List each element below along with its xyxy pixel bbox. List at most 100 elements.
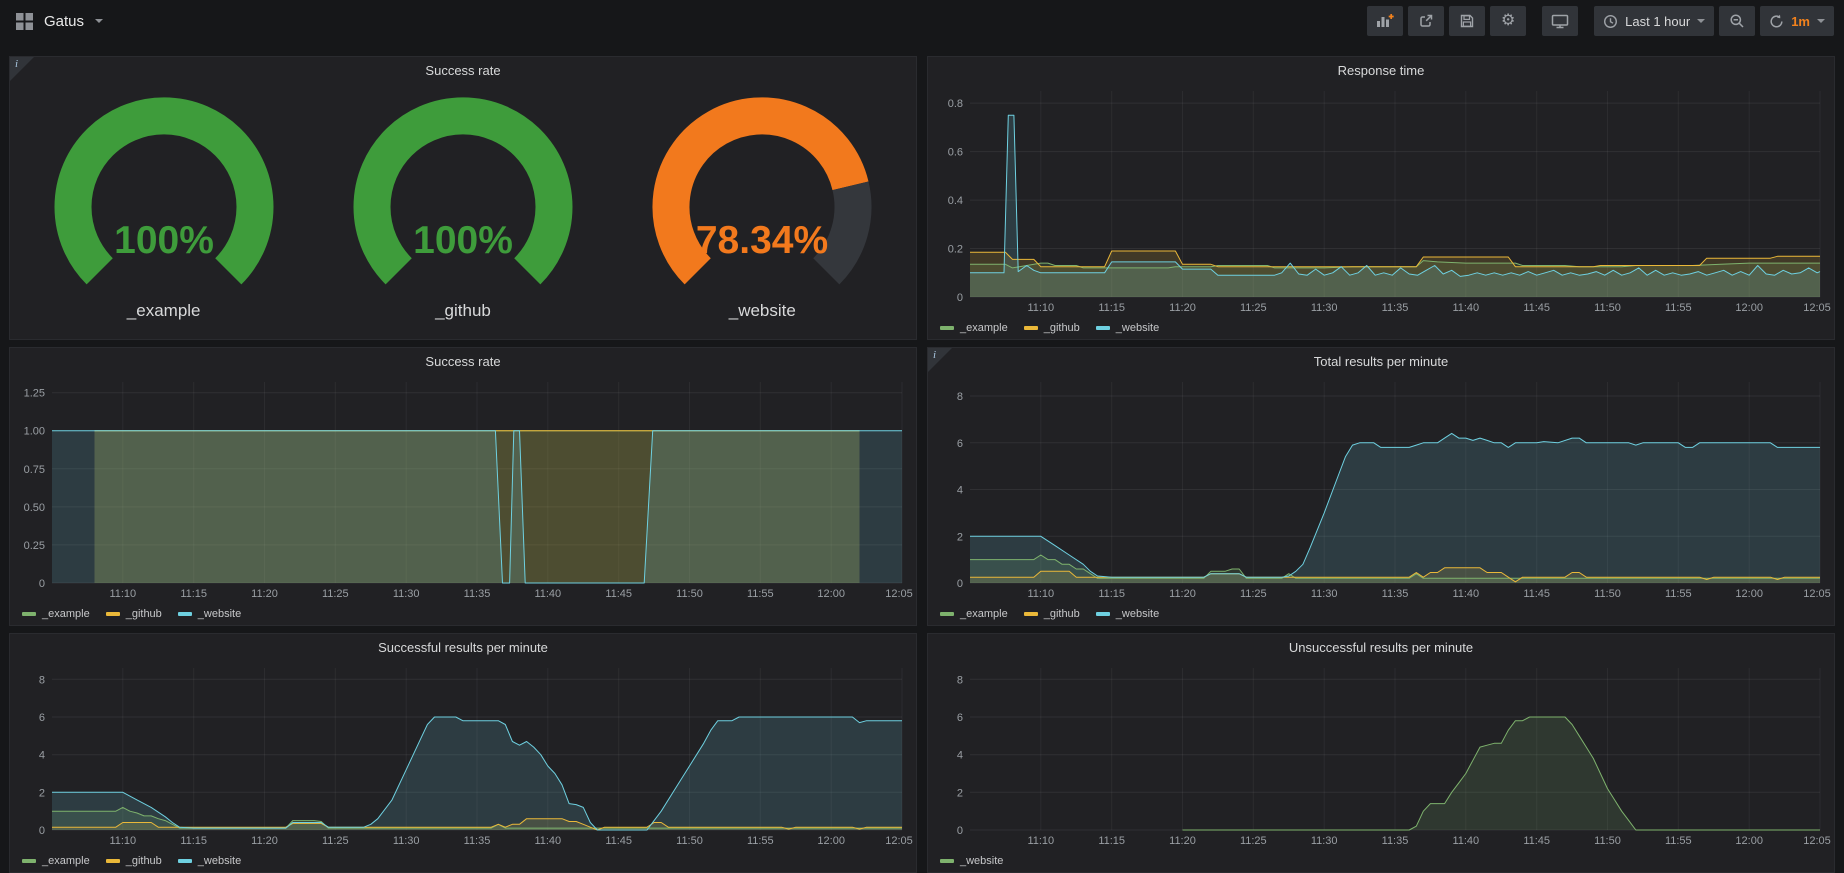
panel-title[interactable]: Success rate [425,63,500,78]
chart-area[interactable]: 00.250.500.751.001.2511:1011:1511:2011:2… [10,374,916,603]
chart-area[interactable]: 0246811:1011:1511:2011:2511:3011:3511:40… [928,374,1834,603]
legend-item-_github[interactable]: _github [1024,608,1080,620]
svg-text:0: 0 [39,825,45,837]
panel-title[interactable]: Unsuccessful results per minute [1289,640,1473,655]
panel-header: Total results per minute [928,348,1834,374]
svg-text:11:10: 11:10 [1027,302,1054,314]
svg-text:11:45: 11:45 [1523,588,1550,600]
svg-text:4: 4 [957,750,963,762]
svg-text:12:05: 12:05 [885,588,913,600]
panel-header: Unsuccessful results per minute [928,634,1834,660]
clock-icon [1603,14,1618,29]
svg-text:11:30: 11:30 [1311,588,1338,600]
legend-swatch [22,859,36,863]
legend-item-_website[interactable]: _website [940,855,1003,867]
svg-text:11:10: 11:10 [1027,588,1054,600]
svg-text:11:35: 11:35 [1382,588,1409,600]
dashboard-title[interactable]: Gatus [44,13,84,30]
panel-title[interactable]: Response time [1338,63,1425,78]
legend-item-_website[interactable]: _website [1096,608,1159,620]
save-button[interactable] [1449,6,1485,36]
legend-label: _example [960,322,1008,334]
legend-item-_example[interactable]: _example [22,855,90,867]
panel-title[interactable]: Success rate [425,354,500,369]
time-range-picker[interactable]: Last 1 hour [1594,6,1714,36]
dashboard-caret-icon[interactable] [95,19,103,23]
panel-success-rate-timeseries: Success rate 00.250.500.751.001.2511:101… [9,347,917,626]
settings-button[interactable]: ⚙ [1490,6,1526,36]
legend-label: _github [126,855,162,867]
svg-text:11:20: 11:20 [251,835,278,847]
successful-results-plot[interactable]: 0246811:1011:1511:2011:2511:3011:3511:40… [10,660,916,850]
svg-text:11:15: 11:15 [180,835,207,847]
gauge-group: 100%_example100%_github78.34%_website [10,83,916,339]
legend-item-_website[interactable]: _website [178,855,241,867]
panel-header: Success rate [10,348,916,374]
svg-text:11:10: 11:10 [109,588,136,600]
gauge-label: _website [729,301,796,321]
svg-text:11:45: 11:45 [605,835,632,847]
gauge-label: _github [435,301,491,321]
svg-text:0.75: 0.75 [24,464,45,476]
legend-item-_example[interactable]: _example [940,322,1008,334]
panel-response-time: Response time 00.20.40.60.811:1011:1511:… [927,56,1835,340]
panel-title[interactable]: Total results per minute [1314,354,1448,369]
chart-area[interactable]: 0246811:1011:1511:2011:2511:3011:3511:40… [928,660,1834,850]
svg-text:11:10: 11:10 [109,835,136,847]
panel-info-icon[interactable]: i [10,57,34,81]
svg-text:11:45: 11:45 [1523,302,1550,314]
svg-text:11:20: 11:20 [251,588,278,600]
chart-legend: _example _github _website [10,850,916,872]
svg-text:11:15: 11:15 [1098,588,1125,600]
legend-label: _example [960,608,1008,620]
legend-item-_website[interactable]: _website [1096,322,1159,334]
legend-item-_example[interactable]: _example [940,608,1008,620]
share-icon [1418,13,1434,29]
legend-item-_website[interactable]: _website [178,608,241,620]
panel-title[interactable]: Successful results per minute [378,640,548,655]
share-button[interactable] [1408,6,1444,36]
svg-text:11:35: 11:35 [1382,835,1409,847]
svg-text:11:35: 11:35 [1382,302,1409,314]
unsuccessful-results-plot[interactable]: 0246811:1011:1511:2011:2511:3011:3511:40… [928,660,1834,850]
refresh-caret-icon [1817,19,1825,23]
add-panel-button[interactable] [1367,6,1403,36]
chart-legend: _example _github _website [928,317,1834,339]
svg-text:11:50: 11:50 [676,835,703,847]
panel-success-rate-gauges: i Success rate 100%_example100%_github78… [9,56,917,340]
legend-label: _github [126,608,162,620]
svg-text:4: 4 [957,485,963,497]
chart-area[interactable]: 00.20.40.60.811:1011:1511:2011:2511:3011… [928,83,1834,317]
svg-text:2: 2 [39,787,45,799]
legend-item-_github[interactable]: _github [106,608,162,620]
svg-text:11:35: 11:35 [464,588,491,600]
legend-item-_github[interactable]: _github [1024,322,1080,334]
legend-item-_github[interactable]: _github [106,855,162,867]
legend-swatch [1024,326,1038,330]
legend-item-_example[interactable]: _example [22,608,90,620]
svg-text:6: 6 [957,438,963,450]
panel-info-icon[interactable]: i [928,348,952,372]
svg-text:11:40: 11:40 [1452,835,1479,847]
chart-legend: _example _github _website [10,603,916,625]
response-time-plot[interactable]: 00.20.40.60.811:1011:1511:2011:2511:3011… [928,83,1834,317]
svg-text:11:25: 11:25 [322,588,349,600]
svg-text:4: 4 [39,750,45,762]
svg-text:11:20: 11:20 [1169,302,1196,314]
svg-text:11:40: 11:40 [534,835,561,847]
success-rate-timeseries-plot[interactable]: 00.250.500.751.001.2511:1011:1511:2011:2… [10,374,916,603]
panel-total-results: i Total results per minute 0246811:1011:… [927,347,1835,626]
svg-text:0: 0 [957,825,963,837]
dashboard-grid-icon[interactable] [16,13,33,30]
chart-area[interactable]: 0246811:1011:1511:2011:2511:3011:3511:40… [10,660,916,850]
zoom-out-icon [1729,13,1745,29]
legend-label: _example [42,608,90,620]
svg-text:11:30: 11:30 [1311,835,1338,847]
gauge-value: 100% [413,219,513,262]
total-results-plot[interactable]: 0246811:1011:1511:2011:2511:3011:3511:40… [928,374,1834,603]
tv-mode-button[interactable] [1542,6,1578,36]
legend-swatch [1096,326,1110,330]
monitor-icon [1551,13,1569,29]
refresh-picker[interactable]: 1m [1760,6,1834,36]
zoom-out-button[interactable] [1719,6,1755,36]
